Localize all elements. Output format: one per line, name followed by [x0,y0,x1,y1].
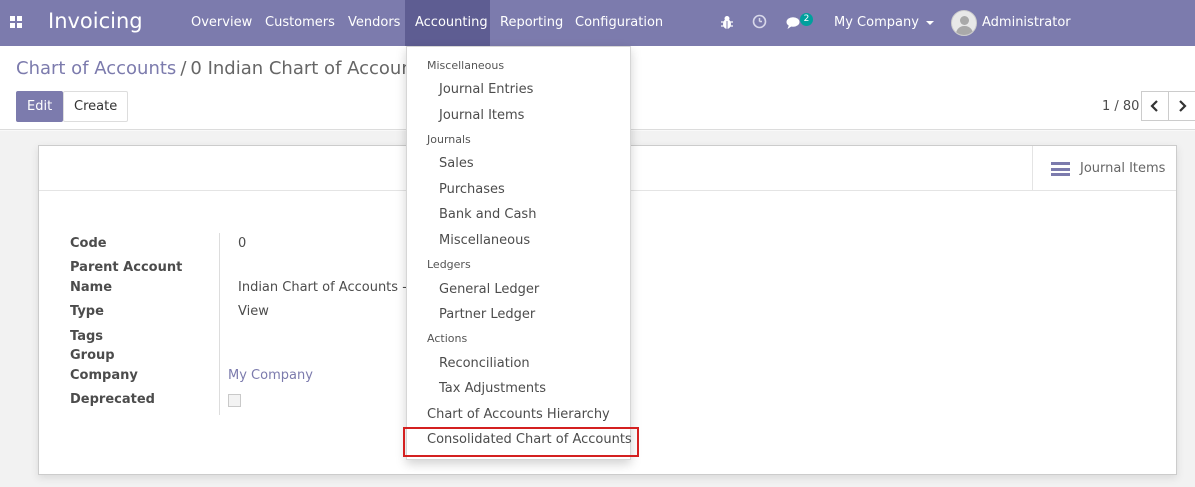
menu-item-journal-entries[interactable]: Journal Entries [439,82,533,97]
journal-items-stat-button[interactable]: Journal Items [1032,146,1176,190]
menu-item-bank-and-cash[interactable]: Bank and Cash [439,207,536,222]
journal-items-label: Journal Items [1080,161,1166,176]
menu-item-chart-of-accounts-hierarchy[interactable]: Chart of Accounts Hierarchy [427,407,610,422]
app-title: Invoicing [48,9,143,33]
hamburger-list-icon [1051,162,1070,176]
type-value: View [238,304,269,319]
menu-customers[interactable]: Customers [255,0,345,46]
apps-icon[interactable] [10,16,22,28]
messages-badge: 2 [800,13,813,26]
bug-icon[interactable] [720,15,734,30]
company-label: Company [70,368,138,383]
highlight-annotation-box [403,427,639,457]
user-menu[interactable]: Administrator (Account_Parent_13) [982,0,1195,76]
section-header-actions: Actions [427,332,468,345]
deprecated-label: Deprecated [70,392,155,407]
accounting-dropdown-menu: Miscellaneous Journal Entries Journal It… [406,46,632,460]
menu-item-journal-items[interactable]: Journal Items [439,108,524,123]
company-link[interactable]: My Company [228,368,313,383]
menu-reporting[interactable]: Reporting [490,0,573,46]
pager-previous-button[interactable] [1141,91,1169,121]
code-label: Code [70,236,107,251]
edit-button[interactable]: Edit [16,91,64,122]
deprecated-checkbox[interactable] [228,394,241,407]
menu-configuration[interactable]: Configuration [565,0,673,46]
name-value: Indian Chart of Accounts - St [238,280,425,295]
menu-item-miscellaneous[interactable]: Miscellaneous [439,233,530,248]
menu-vendors[interactable]: Vendors [338,0,410,46]
name-label: Name [70,280,113,295]
section-header-miscellaneous: Miscellaneous [427,59,505,72]
company-name: My Company [834,15,919,30]
menu-item-partner-ledger[interactable]: Partner Ledger [439,307,535,322]
parent-account-label: Parent Account [70,260,183,275]
menu-accounting[interactable]: Accounting [405,0,490,46]
breadcrumb-current: 0 Indian Chart of Accounts - [190,58,442,79]
company-switcher[interactable]: My Company [834,0,934,46]
menu-item-sales[interactable]: Sales [439,156,474,171]
breadcrumb-separator: / [180,58,187,79]
menu-item-tax-adjustments[interactable]: Tax Adjustments [439,381,546,396]
menu-item-purchases[interactable]: Purchases [439,182,505,197]
section-header-ledgers: Ledgers [427,258,471,271]
top-navbar: Invoicing Overview Customers Vendors Acc… [0,0,1195,76]
menu-item-reconciliation[interactable]: Reconciliation [439,356,530,371]
breadcrumb-parent[interactable]: Chart of Accounts [16,58,176,79]
user-avatar[interactable] [951,10,977,36]
section-header-journals: Journals [427,133,471,146]
group-label: Group [70,348,115,363]
clock-icon[interactable] [752,14,767,29]
tags-label: Tags [70,329,104,344]
menu-overview[interactable]: Overview [181,0,262,46]
pager-next-button[interactable] [1168,91,1195,121]
create-button[interactable]: Create [63,91,129,122]
pager-value: 1 / 80 [1102,99,1140,114]
breadcrumb: Chart of Accounts/0 Indian Chart of Acco… [16,58,441,79]
menu-item-general-ledger[interactable]: General Ledger [439,282,539,297]
chevron-down-icon [925,20,934,25]
type-label: Type [70,304,104,319]
chevron-right-icon [1179,100,1187,112]
code-value: 0 [238,236,247,251]
chevron-left-icon [1150,100,1158,112]
field-divider [219,233,220,415]
